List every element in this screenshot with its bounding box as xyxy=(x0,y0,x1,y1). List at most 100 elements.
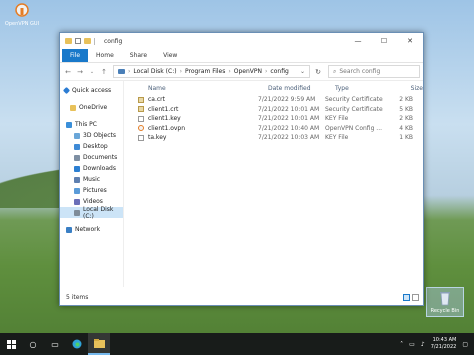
ribbon-tabs: File Home Share View xyxy=(60,49,423,63)
tab-share[interactable]: Share xyxy=(122,49,155,62)
table-row[interactable]: ta.key 7/21/2022 10:03 AM KEY File 1 KB xyxy=(124,133,423,143)
refresh-icon[interactable]: ↻ xyxy=(312,68,324,76)
file-size: 1 KB xyxy=(399,134,413,142)
file-date: 7/21/2022 10:40 AM xyxy=(258,124,320,132)
onedrive-folder-icon xyxy=(70,104,76,111)
openvpn-gui-desktop-icon[interactable]: OpenVPN GUI xyxy=(4,3,40,27)
maximize-button[interactable]: ☐ xyxy=(371,33,397,49)
file-icon xyxy=(138,134,144,141)
file-explorer-window: config — ☐ ✕ File Home Share View ← → ⌄ … xyxy=(59,32,424,306)
column-header-size[interactable]: Size xyxy=(393,85,423,92)
tab-view[interactable]: View xyxy=(155,49,185,62)
back-arrow-icon[interactable]: ← xyxy=(63,68,73,76)
nav-item-onedrive[interactable]: OneDrive xyxy=(60,102,123,113)
clock[interactable]: 10:43 AM 7/21/2022 xyxy=(431,337,457,351)
search-placeholder: Search config xyxy=(339,68,381,75)
recent-locations-chevron-icon[interactable]: ⌄ xyxy=(87,69,97,75)
up-arrow-icon[interactable]: ↑ xyxy=(99,68,109,76)
file-type: KEY File xyxy=(325,115,349,123)
table-row[interactable]: client1.crt 7/21/2022 10:01 AM Security … xyxy=(124,105,423,115)
nav-item-pictures[interactable]: Pictures xyxy=(60,185,123,196)
nav-item-desktop[interactable]: Desktop xyxy=(60,141,123,152)
column-header-row: Name Date modified Type Size xyxy=(124,81,423,95)
chevron-down-icon[interactable]: ⌄ xyxy=(300,68,305,75)
chevron-up-icon[interactable]: ˄ xyxy=(400,341,403,348)
openvpn-config-icon xyxy=(138,125,144,132)
download-arrow-icon xyxy=(74,165,80,172)
new-folder-quick-icon[interactable] xyxy=(84,38,91,44)
nav-item-this-pc[interactable]: This PC xyxy=(60,119,123,130)
file-date: 7/21/2022 9:59 AM xyxy=(258,96,316,104)
properties-quick-icon[interactable] xyxy=(75,38,81,44)
nav-item-quick-access[interactable]: Quick access xyxy=(60,85,123,96)
column-header-type[interactable]: Type xyxy=(335,85,393,92)
breadcrumb-openvpn[interactable]: OpenVPN xyxy=(234,68,262,75)
file-size: 2 KB xyxy=(399,96,413,104)
pictures-icon xyxy=(74,187,80,194)
file-date: 7/21/2022 10:01 AM xyxy=(258,115,320,123)
window-title: config xyxy=(104,37,123,45)
edge-browser-icon[interactable] xyxy=(66,333,88,355)
column-header-name[interactable]: Name xyxy=(130,85,268,92)
minimize-button[interactable]: — xyxy=(345,33,371,49)
file-date: 7/21/2022 10:01 AM xyxy=(258,105,320,113)
address-bar[interactable]: › Local Disk (C:) › Program Files › Open… xyxy=(113,65,310,78)
file-size: 2 KB xyxy=(399,115,413,123)
breadcrumb-program-files[interactable]: Program Files xyxy=(185,68,225,75)
volume-icon[interactable]: ♪ xyxy=(421,341,425,348)
nav-item-documents[interactable]: Documents xyxy=(60,152,123,163)
desktop-icon-label: Recycle Bin xyxy=(430,308,460,314)
certificate-icon xyxy=(138,106,144,113)
nav-item-local-disk[interactable]: Local Disk (C:) xyxy=(60,206,123,220)
nav-item-downloads[interactable]: Downloads xyxy=(60,163,123,174)
search-input[interactable]: ⌕ Search config xyxy=(328,65,420,78)
file-icon xyxy=(138,115,144,122)
notification-icon[interactable]: ▢ xyxy=(462,341,468,348)
folder-icon xyxy=(65,38,72,44)
status-bar: 5 items xyxy=(60,287,423,307)
breadcrumb-local-disk[interactable]: Local Disk (C:) xyxy=(133,68,176,75)
large-icons-view-icon[interactable] xyxy=(412,293,419,301)
file-type: Security Certificate xyxy=(325,105,383,113)
forward-arrow-icon[interactable]: → xyxy=(75,68,85,76)
network-tray-icon[interactable]: ▭ xyxy=(409,341,415,348)
desktop-icon xyxy=(74,143,80,150)
start-button[interactable] xyxy=(0,333,22,355)
recycle-bin-desktop-icon[interactable]: Recycle Bin xyxy=(426,287,464,317)
file-list: Name Date modified Type Size ca.crt 7/21… xyxy=(124,81,423,287)
file-type: KEY File xyxy=(325,134,349,142)
column-header-date[interactable]: Date modified xyxy=(268,85,335,92)
details-view-icon[interactable] xyxy=(403,293,410,301)
certificate-icon xyxy=(138,96,144,103)
task-view-icon[interactable]: ▭ xyxy=(44,333,66,355)
title-bar[interactable]: config — ☐ ✕ xyxy=(60,33,423,49)
file-size: 4 KB xyxy=(399,124,413,132)
nav-item-3d-objects[interactable]: 3D Objects xyxy=(60,130,123,141)
network-icon xyxy=(66,226,72,233)
search-icon[interactable]: ○ xyxy=(22,333,44,355)
3d-objects-icon xyxy=(74,132,80,139)
clock-date: 7/21/2022 xyxy=(430,344,457,350)
nav-item-network[interactable]: Network xyxy=(60,224,123,235)
file-date: 7/21/2022 10:03 AM xyxy=(258,134,320,142)
drive-icon xyxy=(74,209,80,216)
file-explorer-taskbar-icon[interactable] xyxy=(88,333,110,355)
tab-file[interactable]: File xyxy=(62,49,89,62)
this-pc-icon xyxy=(118,69,125,74)
table-row[interactable]: client1.key 7/21/2022 10:01 AM KEY File … xyxy=(124,114,423,124)
address-row: ← → ⌄ ↑ › Local Disk (C:) › Program File… xyxy=(60,63,423,81)
file-type: OpenVPN Config ... xyxy=(325,124,383,132)
desktop-icon-label: OpenVPN GUI xyxy=(4,21,40,27)
table-row[interactable]: ca.crt 7/21/2022 9:59 AM Security Certif… xyxy=(124,95,423,105)
tab-home[interactable]: Home xyxy=(88,49,122,62)
breadcrumb-config[interactable]: config xyxy=(270,68,288,75)
item-count: 5 items xyxy=(66,293,89,301)
file-name: client1.key xyxy=(148,115,181,123)
table-row[interactable]: client1.ovpn 7/21/2022 10:40 AM OpenVPN … xyxy=(124,124,423,134)
nav-item-music[interactable]: Music xyxy=(60,174,123,185)
windows-logo-icon xyxy=(6,339,16,349)
close-button[interactable]: ✕ xyxy=(397,33,423,49)
taskbar: ○ ▭ ˄ ▭ ♪ 10:43 AM 7/21/2022 ▢ xyxy=(0,333,474,355)
documents-icon xyxy=(74,154,80,161)
star-icon xyxy=(62,86,71,95)
